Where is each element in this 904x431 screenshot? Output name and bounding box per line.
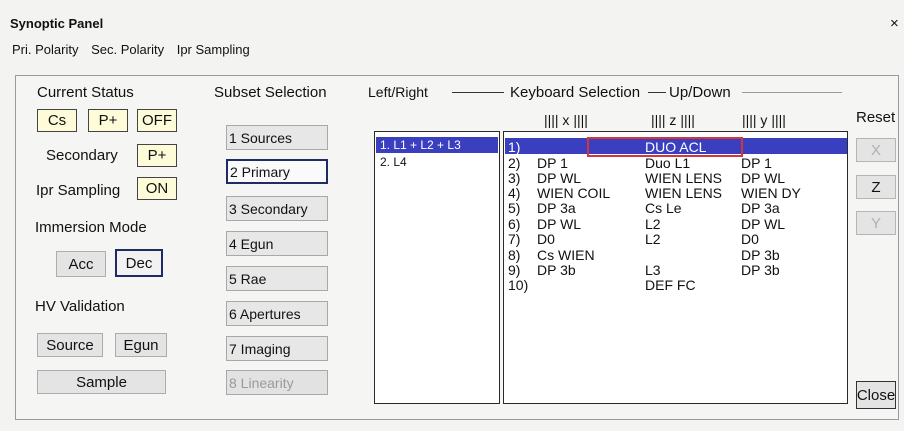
table-row[interactable]: 10) DEF FC [504,277,847,293]
reset-y-button[interactable]: Y [856,211,896,235]
table-row[interactable]: 4) WIEN COIL WIEN LENS WIEN DY [504,185,847,201]
row-number: 7) [508,231,521,247]
dec-button[interactable]: Dec [115,249,163,277]
cell-z: DUO ACL [645,139,707,155]
cell-x: DP WL [537,170,582,186]
cell-x: Cs WIEN [537,247,595,263]
subset-item-secondary[interactable]: 3 Secondary [226,196,328,221]
row-number: 9) [508,262,521,278]
subset-selection-heading: Subset Selection [214,84,327,101]
row-number: 3) [508,170,521,186]
current-status-heading: Current Status [37,84,134,101]
subset-item-egun[interactable]: 4 Egun [226,231,328,256]
cell-y: DP 1 [741,155,772,171]
table-row[interactable]: 7) D0 L2 D0 [504,231,847,247]
acc-button[interactable]: Acc [56,251,106,277]
table-row[interactable]: 3) DP WL WIEN LENS DP WL [504,170,847,186]
cell-y: D0 [741,231,759,247]
cell-z: WIEN LENS [645,170,723,186]
left-right-item-l4[interactable]: 2. L4 [380,155,407,169]
updown-heading: Up/Down [669,84,731,101]
cell-x: D0 [537,231,555,247]
cell-z: DEF FC [645,277,696,293]
cell-z: L2 [645,231,661,247]
row-number: 1) [508,139,521,155]
status-source-indicator: Cs [37,109,77,132]
reset-z-button[interactable]: Z [856,175,896,199]
left-right-heading: Left/Right [368,84,428,100]
subset-item-imaging[interactable]: 7 Imaging [226,336,328,361]
ipr-sampling-label: Ipr Sampling [36,182,121,199]
cell-x: DP 3b [537,262,576,278]
immersion-mode-heading: Immersion Mode [35,219,147,236]
cell-x: WIEN COIL [537,185,611,201]
close-icon[interactable]: × [890,15,899,32]
table-row[interactable]: 5) DP 3a Cs Le DP 3a [504,200,847,216]
left-right-item-l1-l2-l3[interactable]: 1. L1 + L2 + L3 [380,138,461,152]
ipr-sampling-indicator: ON [137,177,177,200]
table-row[interactable]: 8) Cs WIEN DP 3b [504,247,847,263]
cell-y: DP 3b [741,262,780,278]
cell-y: DP 3b [741,247,780,263]
close-button[interactable]: Close [856,381,896,409]
header-divider-right [742,92,842,93]
cell-z: L2 [645,216,661,232]
cell-x: DP WL [537,216,582,232]
table-row[interactable]: 2) DP 1 Duo L1 DP 1 [504,155,847,171]
cell-y: DP WL [741,216,786,232]
row-number: 6) [508,216,521,232]
menu-pri-polarity[interactable]: Pri. Polarity [12,42,78,57]
row-number: 2) [508,155,521,171]
menu-bar: Pri. Polarity Sec. Polarity Ipr Sampling [12,42,259,57]
subset-item-primary[interactable]: 2 Primary [226,159,328,184]
header-divider-left [452,92,504,93]
table-row[interactable]: 1) DUO ACL [504,139,847,155]
status-state-indicator: OFF [137,109,177,132]
cell-y: DP 3a [741,200,780,216]
keyboard-selection-heading: Keyboard Selection [510,84,641,101]
subset-item-apertures[interactable]: 6 Apertures [226,301,328,326]
hv-validation-heading: HV Validation [35,298,125,315]
cell-x: DP 3a [537,200,576,216]
row-number: 4) [508,185,521,201]
reset-x-button[interactable]: X [856,138,896,162]
status-polarity-indicator: P+ [88,109,128,132]
cell-z: WIEN LENS [645,185,723,201]
cell-y: WIEN DY [741,185,801,201]
subset-item-rae[interactable]: 5 Rae [226,266,328,291]
row-number: 5) [508,200,521,216]
menu-ipr-sampling[interactable]: Ipr Sampling [177,42,250,57]
cell-x: DP 1 [537,155,568,171]
cell-z: Duo L1 [645,155,691,171]
window-title: Synoptic Panel [10,16,104,31]
row-number: 8) [508,247,521,263]
table-row[interactable]: 9) DP 3b L3 DP 3b [504,262,847,278]
row-number: 10) [508,277,529,293]
egun-button[interactable]: Egun [115,333,167,357]
menu-sec-polarity[interactable]: Sec. Polarity [91,42,164,57]
subset-item-sources[interactable]: 1 Sources [226,125,328,150]
table-row[interactable]: 6) DP WL L2 DP WL [504,216,847,232]
column-y-header: |||| y |||| [742,112,786,128]
cell-z: Cs Le [645,200,682,216]
column-x-header: |||| x |||| [544,112,588,128]
column-z-header: |||| z |||| [651,112,695,128]
secondary-label: Secondary [46,147,118,164]
subset-item-linearity[interactable]: 8 Linearity [226,370,328,395]
left-right-list[interactable]: 1. L1 + L2 + L3 2. L4 [374,131,500,404]
sample-button[interactable]: Sample [37,370,166,394]
secondary-polarity-indicator: P+ [137,144,177,167]
header-divider-mid [648,92,666,93]
cell-y: DP WL [741,170,786,186]
cell-z: L3 [645,262,661,278]
source-button[interactable]: Source [37,333,103,357]
keyboard-selection-list[interactable]: 1) DUO ACL 2) DP 1 Duo L1 DP 1 3) DP WL … [503,131,848,404]
reset-label: Reset [856,109,896,126]
